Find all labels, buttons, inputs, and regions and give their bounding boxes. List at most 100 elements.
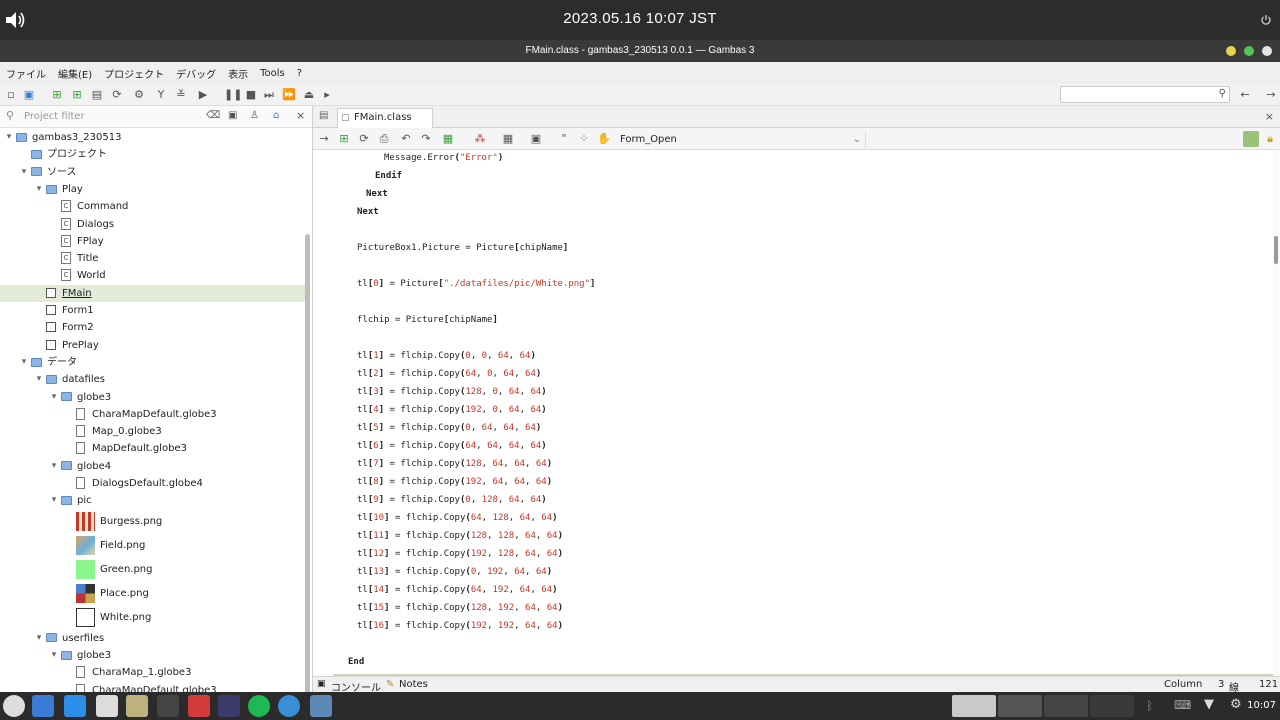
search-input[interactable]: ⚲ (1060, 86, 1230, 103)
tree-item[interactable]: Green.png (0, 558, 305, 582)
quote-icon[interactable]: " (557, 132, 571, 146)
power-icon[interactable] (1260, 14, 1272, 26)
tree-item[interactable]: ▾ datafiles (0, 371, 305, 388)
tree-item[interactable]: ▾ globe4 (0, 458, 305, 475)
workspace-3[interactable] (1044, 695, 1088, 717)
tree-item[interactable]: ▾ Play (0, 181, 305, 198)
chevron-down-icon[interactable]: ▾ (49, 389, 59, 406)
menu-debug[interactable]: デバッグ (176, 66, 222, 81)
undo-icon[interactable]: ↶ (399, 132, 413, 146)
redo-icon[interactable]: ↷ (419, 132, 433, 146)
browser-icon[interactable] (278, 695, 300, 717)
tree-item[interactable]: Map_0.globe3 (0, 423, 305, 440)
workspace-2[interactable] (998, 695, 1042, 717)
tree-item[interactable]: Place.png (0, 582, 305, 606)
tree-item[interactable]: DialogsDefault.globe4 (0, 475, 305, 492)
tree-item[interactable]: ▾ globe3 (0, 389, 305, 406)
tree-item[interactable]: MapDefault.globe3 (0, 440, 305, 457)
snippet-icon[interactable]: ▣ (529, 132, 543, 146)
add-icon[interactable]: ⊞ (50, 88, 64, 102)
chevron-down-icon[interactable]: ▾ (49, 492, 59, 509)
tree-item[interactable]: ▾ gambas3_230513 (0, 129, 305, 146)
class-filter-icon[interactable]: ▣ (228, 110, 237, 121)
tree-item[interactable]: C FPlay (0, 233, 305, 250)
notes-tab[interactable]: Notes (399, 679, 428, 690)
properties-icon[interactable]: ▤ (90, 88, 104, 102)
tree-item[interactable]: Field.png (0, 534, 305, 558)
back-icon[interactable]: ← (1238, 88, 1252, 102)
reload-icon[interactable]: ⟳ (357, 132, 371, 146)
tree-item[interactable]: FMain (0, 284, 305, 302)
editor-scrollbar[interactable] (1273, 150, 1280, 676)
print-icon[interactable]: ⎙ (377, 132, 391, 146)
color-icon[interactable]: ⁘ (577, 132, 591, 146)
tab-list-icon[interactable]: ▤ (319, 110, 328, 121)
chevron-down-icon[interactable]: ▾ (49, 647, 59, 664)
tree-item[interactable]: C Dialogs (0, 216, 305, 233)
tree-item[interactable]: プロジェクト (0, 146, 305, 163)
gambas-icon[interactable] (310, 695, 332, 717)
minimize-button[interactable] (1226, 46, 1236, 56)
forward-icon[interactable]: ⏩ (282, 88, 296, 102)
tree-icon[interactable]: ♙ (250, 110, 259, 121)
chevron-down-icon[interactable]: ▾ (34, 630, 44, 647)
goto-icon[interactable]: → (317, 132, 331, 146)
tree-item[interactable]: ▾ ソース (0, 164, 305, 181)
wrap-toggle-icon[interactable] (1243, 131, 1259, 147)
tree-item[interactable]: CharaMap_1.globe3 (0, 664, 305, 681)
compile-all-icon[interactable]: ≚ (174, 88, 188, 102)
close-button[interactable] (1262, 46, 1272, 56)
tree-item[interactable]: White.png (0, 606, 305, 630)
tree-item[interactable]: C World (0, 267, 305, 284)
maximize-button[interactable] (1244, 46, 1254, 56)
run-to-icon[interactable]: ▸ (320, 88, 334, 102)
tree-item[interactable]: CharaMapDefault.globe3 (0, 682, 305, 692)
forward-nav-icon[interactable]: → (1264, 88, 1278, 102)
insert-icon[interactable]: ⊞ (337, 132, 351, 146)
gear-icon[interactable]: ⚙ (132, 88, 146, 102)
chevron-down-icon[interactable]: ▾ (49, 458, 59, 475)
start-menu-icon[interactable] (3, 695, 25, 717)
tree-item[interactable]: ▾ pic (0, 492, 305, 509)
refresh-icon[interactable]: ⟳ (110, 88, 124, 102)
eject-icon[interactable]: ⏏ (302, 88, 316, 102)
tab-fmain-class[interactable]: ▢ FMain.class (337, 108, 433, 128)
recorder-icon[interactable] (188, 695, 210, 717)
app-launcher-icon[interactable] (64, 695, 86, 717)
chevron-down-icon[interactable]: ▾ (4, 129, 14, 146)
home-icon[interactable]: ⌂ (273, 110, 279, 121)
keyboard-icon[interactable]: ⌨ (1174, 698, 1191, 712)
workspace-1[interactable] (952, 695, 996, 717)
stop-icon[interactable]: ■ (244, 88, 258, 102)
clipboard-icon[interactable]: ▦ (441, 132, 455, 146)
menu-file[interactable]: ファイル (6, 66, 52, 81)
project-filter-input[interactable]: Project filter (24, 111, 85, 122)
tree-item[interactable]: ▾ データ (0, 354, 305, 371)
vscode-icon[interactable] (218, 695, 240, 717)
tree-item[interactable]: Form1 (0, 302, 305, 319)
breakpoint-icon[interactable]: ✋ (597, 132, 611, 146)
tree-item[interactable]: ▾ globe3 (0, 647, 305, 664)
menu-project[interactable]: プロジェクト (104, 66, 170, 81)
step-icon[interactable]: ⏭ (262, 88, 276, 102)
close-tab-icon[interactable]: × (1265, 110, 1274, 123)
add-file-icon[interactable]: ⊞ (70, 88, 84, 102)
spotify-icon[interactable] (248, 695, 270, 717)
run-icon[interactable]: ▶ (196, 88, 210, 102)
wifi-icon[interactable]: ▼ (1204, 697, 1214, 712)
format-icon[interactable]: ⁂ (473, 132, 487, 146)
chevron-down-icon[interactable]: ▾ (19, 164, 29, 181)
tree-item[interactable]: Burgess.png (0, 510, 305, 534)
tree-item[interactable]: C Title (0, 250, 305, 267)
chevron-down-icon[interactable]: ▾ (34, 181, 44, 198)
tree-item[interactable]: ▾ userfiles (0, 630, 305, 647)
project-filter[interactable]: ⚲ Project filter ⌫ ▣ ♙ ⌂ × (0, 106, 312, 128)
bluetooth-icon[interactable]: ᛒ (1146, 699, 1153, 713)
chevron-down-icon[interactable]: ▾ (34, 371, 44, 388)
open-project-icon[interactable]: ▣ (22, 88, 36, 102)
tree-scrollbar[interactable] (305, 234, 310, 692)
menu-tools[interactable]: Tools (260, 68, 291, 79)
lock-icon[interactable]: 🔒︎ (1263, 132, 1277, 146)
workspace-4[interactable] (1090, 695, 1134, 717)
menu-edit[interactable]: 編集(E) (58, 66, 98, 81)
